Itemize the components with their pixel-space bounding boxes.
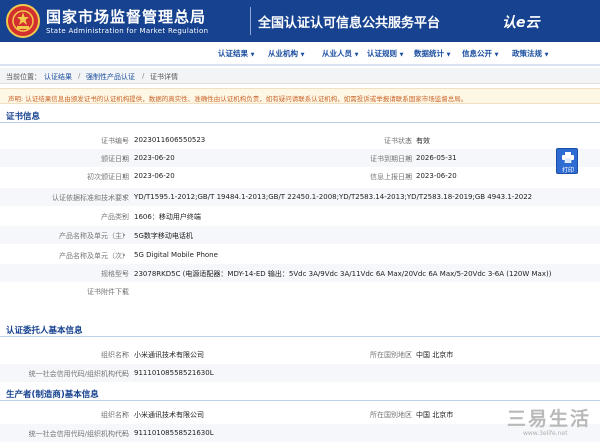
print-label: 打印 bbox=[561, 167, 574, 174]
field-label: 产品类别 bbox=[101, 213, 129, 221]
national-emblem-icon bbox=[6, 4, 40, 38]
attachment-download-link[interactable]: 证书附件下载 bbox=[87, 287, 129, 297]
print-button[interactable]: 打印 bbox=[556, 148, 578, 174]
nav-item-cert-results[interactable]: 认证结果 ▼ bbox=[218, 48, 254, 59]
field-value: 有效 bbox=[416, 137, 430, 145]
breadcrumb-prefix: 当前位置： bbox=[6, 73, 41, 81]
field-value: YD/T1595.1-2012;GB/T 19484.1-2013;GB/T 2… bbox=[134, 193, 533, 201]
field-label: 初次颁证日期 bbox=[87, 173, 129, 181]
table-row: 规格型号 23078RKD5C (电源适配器：MDY-14-ED 输出：5Vdc… bbox=[0, 264, 600, 282]
field-value: 1606：移动用户终端 bbox=[134, 213, 201, 221]
nav-item-statistics[interactable]: 数据统计 ▼ bbox=[414, 48, 450, 59]
field-label: 证书编号 bbox=[101, 137, 129, 145]
chevron-down-icon: ▼ bbox=[399, 52, 404, 58]
field-label: 证书状态 bbox=[384, 137, 412, 145]
table-row: 初次颁证日期 2023-06-20 信息上报日期 2023-06-20 bbox=[0, 167, 600, 185]
field-value: 小米通讯技术有限公司 bbox=[134, 351, 204, 359]
field-label: 组织名称 bbox=[101, 411, 129, 419]
nav-item-label: 政策法规 bbox=[512, 49, 542, 58]
chevron-down-icon: ▼ bbox=[446, 52, 451, 58]
nav-item-institutions[interactable]: 从业机构 ▼ bbox=[268, 48, 304, 59]
table-row: 证书附件下载 bbox=[0, 282, 600, 300]
field-value: 2026-05-31 bbox=[416, 154, 457, 162]
nav-item-policies[interactable]: 政策法规 ▼ bbox=[512, 48, 548, 59]
field-value: 2023-06-20 bbox=[134, 172, 175, 180]
nav-item-label: 信息公开 bbox=[462, 49, 492, 58]
field-value: 中国 北京市 bbox=[416, 411, 454, 419]
section-cert-info: 证书信息 bbox=[0, 107, 600, 123]
field-value: 91110108558521630L bbox=[134, 369, 214, 377]
field-value: 中国 北京市 bbox=[416, 351, 454, 359]
field-label: 产品名称及单元（主） bbox=[59, 232, 129, 240]
breadcrumb: 当前位置： 认证结果 / 强制性产品认证 / 证书详情 bbox=[0, 68, 600, 84]
nav-item-label: 从业机构 bbox=[268, 49, 298, 58]
table-row: 证书编号 2023011606550523 证书状态 有效 bbox=[0, 131, 600, 149]
field-value: 小米通讯技术有限公司 bbox=[134, 411, 204, 419]
watermark-logo: 三易生活 www.3elife.net bbox=[507, 404, 599, 440]
breadcrumb-current: 证书详情 bbox=[150, 73, 178, 81]
disclaimer-text: 声明: 认证结果信息由颁发证书的认证机构提供，数据的真实性、准确性由认证机构负责… bbox=[8, 95, 468, 103]
breadcrumb-separator: / bbox=[78, 72, 81, 80]
breadcrumb-item[interactable]: 强制性产品认证 bbox=[86, 72, 135, 82]
printer-icon bbox=[562, 152, 574, 163]
table-row: 组织名称 小米通讯技术有限公司 所在国别地区 中国 北京市 bbox=[0, 345, 600, 363]
table-row: 产品名称及单元（次） 5G Digital Mobile Phone bbox=[0, 246, 600, 264]
chevron-down-icon: ▼ bbox=[250, 52, 255, 58]
field-label: 产品名称及单元（次） bbox=[59, 252, 129, 260]
field-value: 5G Digital Mobile Phone bbox=[134, 251, 218, 259]
portal-logo[interactable]: 认e云 bbox=[502, 12, 540, 32]
nav-item-label: 认证结果 bbox=[218, 49, 248, 58]
section-title: 证书信息 bbox=[6, 112, 41, 122]
table-row: 颁证日期 2023-06-20 证书到期日期 2026-05-31 bbox=[0, 149, 600, 167]
nav-item-rules[interactable]: 认证规则 ▼ bbox=[367, 48, 403, 59]
disclaimer-banner: 声明: 认证结果信息由颁发证书的认证机构提供，数据的真实性、准确性由认证机构负责… bbox=[0, 88, 600, 104]
field-label: 统一社会信用代码/组织机构代码 bbox=[28, 430, 129, 438]
org-name-cn: 国家市场监督管理总局 bbox=[46, 8, 207, 26]
nav-item-label: 从业人员 bbox=[322, 49, 352, 58]
section-title: 生产者(制造商)基本信息 bbox=[6, 390, 99, 400]
section-manufacturer-info: 生产者(制造商)基本信息 bbox=[0, 385, 600, 401]
nav-item-personnel[interactable]: 从业人员 ▼ bbox=[322, 48, 358, 59]
field-label: 认证依据标准和技术要求 bbox=[52, 194, 129, 202]
field-label: 规格型号 bbox=[101, 270, 129, 278]
field-value: 2023-06-20 bbox=[134, 154, 175, 162]
section-client-info: 认证委托人基本信息 bbox=[0, 321, 600, 337]
field-value: 2023-06-20 bbox=[416, 172, 457, 180]
chevron-down-icon: ▼ bbox=[354, 52, 359, 58]
table-row: 统一社会信用代码/组织机构代码 91110108558521630L bbox=[0, 364, 600, 382]
chevron-down-icon: ▼ bbox=[544, 52, 549, 58]
org-name-en: State Administration for Market Regulati… bbox=[46, 27, 209, 35]
watermark-text: 三易生活 bbox=[507, 408, 592, 430]
header-divider bbox=[250, 7, 251, 35]
table-row: 认证依据标准和技术要求 YD/T1595.1-2012;GB/T 19484.1… bbox=[0, 188, 600, 206]
breadcrumb-separator: / bbox=[142, 72, 145, 80]
field-value: 2023011606550523 bbox=[134, 136, 206, 144]
field-label: 证书到期日期 bbox=[370, 155, 412, 163]
field-label: 所在国别地区 bbox=[370, 411, 412, 419]
field-label: 信息上报日期 bbox=[370, 173, 412, 181]
nav-item-label: 认证规则 bbox=[367, 49, 397, 58]
field-label: 颁证日期 bbox=[101, 155, 129, 163]
breadcrumb-item[interactable]: 认证结果 bbox=[44, 72, 72, 82]
field-value: 5G数字移动电话机 bbox=[134, 232, 193, 240]
section-title: 认证委托人基本信息 bbox=[6, 326, 83, 336]
chevron-down-icon: ▼ bbox=[300, 52, 305, 58]
field-label: 统一社会信用代码/组织机构代码 bbox=[28, 370, 129, 378]
field-value: 23078RKD5C (电源适配器：MDY-14-ED 输出：5Vdc 3A/9… bbox=[134, 270, 552, 278]
portal-title[interactable]: 全国认证认可信息公共服务平台 bbox=[258, 12, 440, 31]
watermark-url: www.3elife.net bbox=[523, 430, 568, 437]
field-label: 组织名称 bbox=[101, 351, 129, 359]
table-row: 产品类别 1606：移动用户终端 bbox=[0, 207, 600, 225]
nav-item-disclosure[interactable]: 信息公开 ▼ bbox=[462, 48, 498, 59]
table-row: 产品名称及单元（主） 5G数字移动电话机 bbox=[0, 226, 600, 244]
nav-item-label: 数据统计 bbox=[414, 49, 444, 58]
site-header: 国家市场监督管理总局 State Administration for Mark… bbox=[0, 0, 600, 42]
main-nav: 认证结果 ▼ 从业机构 ▼ 从业人员 ▼ 认证规则 ▼ 数据统计 ▼ 信息公开 … bbox=[0, 42, 600, 66]
field-label: 所在国别地区 bbox=[370, 351, 412, 359]
field-value: 91110108558521630L bbox=[134, 429, 214, 437]
chevron-down-icon: ▼ bbox=[494, 52, 499, 58]
